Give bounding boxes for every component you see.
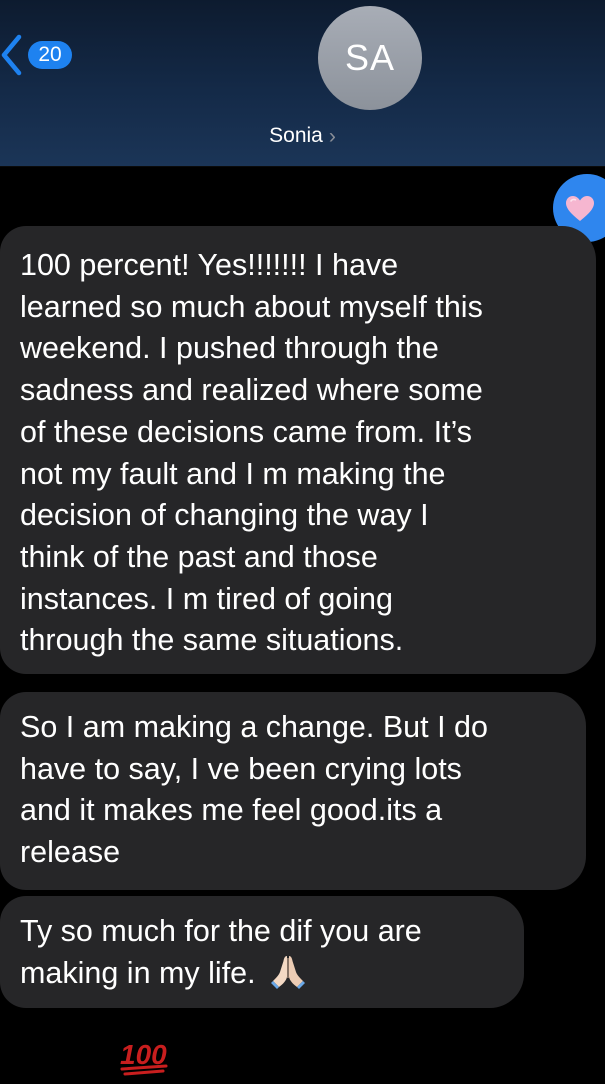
hundred-points-icon: 100 xyxy=(116,1030,176,1079)
avatar[interactable]: SA xyxy=(318,6,422,110)
message-line: think of the past and those xyxy=(20,539,378,574)
avatar-initials: SA xyxy=(344,37,396,78)
back-button[interactable]: 20 xyxy=(0,34,72,76)
contact-name: Sonia xyxy=(269,124,323,147)
message-line: weekend. I pushed through the xyxy=(20,331,439,366)
message-bubble[interactable]: 100 percent! Yes!!!!!!! I have learned s… xyxy=(0,226,596,674)
message-line: through the same situations. xyxy=(20,623,404,658)
message-bubble[interactable]: Ty so much for the dif you are making in… xyxy=(0,896,524,1008)
message-line: learned so much about myself this xyxy=(20,289,483,324)
message-line: not my fault and I m making the xyxy=(20,456,446,491)
message-line: and it makes me feel good.its a xyxy=(20,793,443,828)
chevron-right-icon: › xyxy=(328,124,336,148)
conversation-header: 20 SA Sonia › xyxy=(0,0,605,167)
message-line: sadness and realized where some xyxy=(20,373,483,408)
message-line: decision of changing the way I xyxy=(20,498,429,533)
message-line: of these decisions came from. It’s xyxy=(20,414,473,449)
heart-icon xyxy=(566,195,594,221)
message-line: So I am making a change. But I do xyxy=(20,710,488,744)
message-line: instances. I m tired of going xyxy=(20,581,393,616)
message-line: have to say, I ve been crying lots xyxy=(20,751,462,786)
message-bubble[interactable]: So I am making a change. But I do have t… xyxy=(0,692,586,890)
contact-name-button[interactable]: Sonia › xyxy=(0,120,605,152)
message-line: Ty so much for the dif you are xyxy=(20,914,422,948)
chevron-left-icon xyxy=(1,34,22,76)
message-line: release xyxy=(20,835,121,870)
message-line: making in my life. xyxy=(20,955,256,990)
message-line: 100 percent! Yes!!!!!!! I have xyxy=(20,248,399,282)
unread-count-badge: 20 xyxy=(28,41,72,69)
message-line-with-emoji: making in my life. xyxy=(20,953,524,1001)
folded-hands-icon xyxy=(270,953,306,1001)
